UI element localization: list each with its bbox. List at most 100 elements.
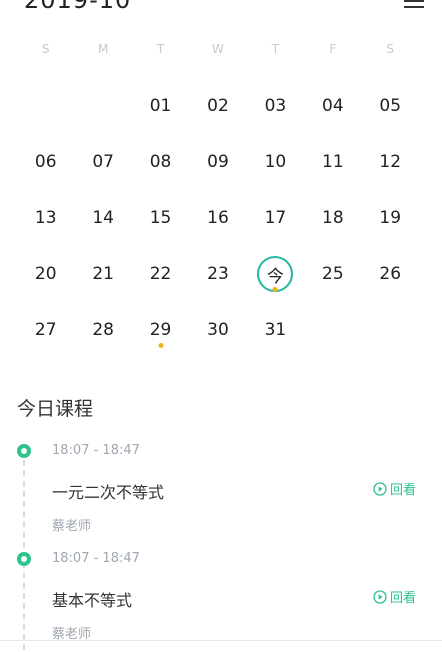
course-timeline: 18:07 - 18:47 一元二次不等式 蔡老师 回看 18:07 - 18:… (0, 436, 442, 652)
course-item[interactable]: 18:07 - 18:47 基本不等式 蔡老师 回看 (0, 544, 442, 652)
month-title[interactable]: 2019-10 (24, 0, 131, 14)
course-item[interactable]: 18:07 - 18:47 一元二次不等式 蔡老师 回看 (0, 436, 442, 544)
calendar-day-number: 01 (149, 96, 172, 116)
calendar-empty-cell (17, 78, 74, 134)
calendar-day[interactable]: 28 (74, 302, 131, 358)
calendar-day[interactable]: 18 (304, 190, 361, 246)
calendar-day[interactable]: 25 (304, 246, 361, 302)
replay-button[interactable]: 回看 (373, 479, 416, 498)
course-time: 18:07 - 18:47 (52, 551, 140, 566)
calendar-day-number: 28 (92, 320, 114, 340)
calendar-day[interactable]: 30 (189, 302, 246, 358)
calendar-day[interactable]: 27 (17, 302, 74, 358)
calendar-week: 06 07 08 09 10 11 12 (17, 134, 419, 190)
course-name: 一元二次不等式 (52, 483, 165, 502)
replay-button[interactable]: 回看 (373, 587, 416, 606)
calendar-day[interactable]: 09 (189, 134, 246, 190)
weekday-wed: W (212, 42, 224, 56)
calendar-day[interactable]: 23 (189, 246, 246, 302)
menu-icon[interactable] (404, 0, 424, 10)
calendar-day-number: 14 (92, 208, 114, 228)
calendar-day[interactable]: 22 (132, 246, 189, 302)
calendar-day-number: 15 (149, 208, 172, 228)
calendar-day-number: 27 (34, 320, 57, 340)
calendar-day-number: 21 (92, 264, 114, 284)
calendar-day[interactable]: 04 (304, 78, 361, 134)
calendar-day[interactable]: 20 (17, 246, 74, 302)
timeline-node-icon (17, 444, 31, 458)
calendar-day-number: 13 (34, 208, 57, 228)
calendar-day[interactable]: 13 (17, 190, 74, 246)
calendar-day-number: 12 (379, 152, 402, 172)
calendar-day-number: 05 (379, 96, 402, 116)
event-dot (272, 287, 278, 292)
play-circle-icon (373, 589, 387, 604)
calendar-day-number: 23 (207, 264, 229, 284)
calendar-day[interactable]: 15 (132, 190, 189, 246)
calendar-day-number: 02 (207, 96, 229, 116)
replay-label: 回看 (389, 483, 416, 498)
calendar-day[interactable]: 19 (362, 190, 419, 246)
course-teacher: 蔡老师 (52, 519, 92, 534)
calendar-day[interactable]: 03 (247, 78, 304, 134)
calendar-day[interactable]: 21 (74, 246, 131, 302)
calendar-day[interactable]: 14 (74, 190, 131, 246)
calendar-day-number: 今 (266, 266, 284, 287)
course-time: 18:07 - 18:47 (52, 443, 140, 458)
calendar-day[interactable]: 01 (132, 78, 189, 134)
calendar-day[interactable]: 12 (362, 134, 419, 190)
calendar-empty-cell (74, 78, 131, 134)
replay-label: 回看 (389, 591, 416, 606)
weekday-thu: T (271, 42, 280, 56)
weekday-fri: F (329, 42, 337, 56)
header: 2019-10 (0, 0, 442, 14)
calendar-week: 13 14 15 16 17 18 19 (17, 190, 419, 246)
calendar-day-number: 26 (379, 264, 402, 284)
calendar-day[interactable]: 29 (132, 302, 189, 358)
calendar-day-number: 31 (264, 320, 287, 340)
weekday-sun: S (41, 42, 50, 56)
weekday-sat: S (386, 42, 395, 56)
calendar-day-number: 11 (322, 152, 344, 172)
weekday-mon: M (97, 42, 109, 56)
calendar-empty-cell (304, 302, 361, 358)
calendar-day[interactable]: 31 (247, 302, 304, 358)
calendar-day-number: 16 (207, 208, 229, 228)
calendar-day-number: 07 (92, 152, 114, 172)
calendar-day-today[interactable]: 今 (247, 246, 304, 302)
calendar-day[interactable]: 06 (17, 134, 74, 190)
calendar-day[interactable]: 26 (362, 246, 419, 302)
course-name: 基本不等式 (52, 591, 133, 610)
calendar-day-number: 03 (264, 96, 287, 116)
today-courses-title: 今日课程 (17, 398, 94, 420)
calendar-day[interactable]: 08 (132, 134, 189, 190)
calendar-day-number: 29 (149, 320, 172, 340)
calendar-day-number: 17 (264, 208, 287, 228)
calendar-grid: 01 02 03 04 05 06 07 08 09 10 11 12 13 14 15 16 17 18 19 20… (17, 78, 419, 358)
calendar-day[interactable]: 07 (74, 134, 131, 190)
calendar-day-number: 19 (379, 208, 402, 228)
calendar-day[interactable]: 16 (189, 190, 246, 246)
calendar-week: 27 28 29 30 31 (17, 302, 419, 358)
calendar-day-number: 25 (322, 264, 344, 284)
calendar-empty-cell (362, 302, 419, 358)
calendar-day[interactable]: 11 (304, 134, 361, 190)
calendar-day-number: 30 (207, 320, 229, 340)
calendar-day[interactable]: 17 (247, 190, 304, 246)
calendar-day-number: 08 (149, 152, 172, 172)
calendar-day-number: 10 (264, 152, 287, 172)
calendar-day[interactable]: 05 (362, 78, 419, 134)
calendar-day-number: 04 (322, 96, 344, 116)
timeline-node-icon (17, 552, 31, 566)
calendar-day-number: 22 (149, 264, 172, 284)
bottom-divider (0, 640, 442, 641)
weekday-tue: T (156, 42, 165, 56)
calendar-day[interactable]: 02 (189, 78, 246, 134)
play-circle-icon (373, 481, 387, 496)
weekday-header: S M T W T F S (17, 42, 419, 62)
calendar-day-number: 09 (207, 152, 229, 172)
calendar-week: 01 02 03 04 05 (17, 78, 419, 134)
event-dot (158, 343, 164, 348)
calendar-day[interactable]: 10 (247, 134, 304, 190)
calendar-week: 20 21 22 23 今 25 26 (17, 246, 419, 302)
